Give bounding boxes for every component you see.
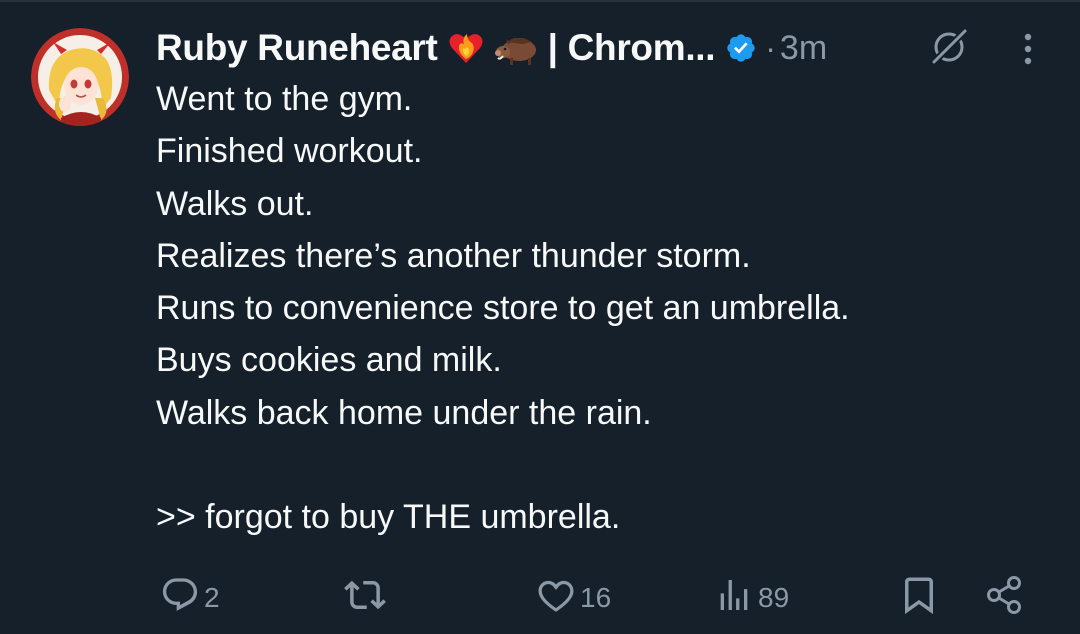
boar-icon <box>494 28 540 68</box>
reply-icon <box>160 575 200 622</box>
like-count: 16 <box>580 582 612 613</box>
like-button[interactable]: 16 <box>536 574 611 622</box>
views-icon <box>714 575 754 622</box>
tweet-text: Went to the gym. Finished workout. Walks… <box>156 73 850 544</box>
retweet-icon <box>344 574 386 623</box>
bookmark-button[interactable] <box>898 574 940 622</box>
tweet-line: Went to the gym. <box>156 80 413 118</box>
tweet-line: Walks back home under the rain. <box>156 393 652 432</box>
verified-badge-icon[interactable] <box>725 32 757 64</box>
tweet-line: >> forgot to buy THE umbrella. <box>156 498 621 537</box>
tweet[interactable]: Ruby Runeheart | Chrom... · 3m Went to t… <box>0 0 1080 634</box>
more-options-icon[interactable] <box>1018 32 1038 73</box>
timestamp[interactable]: 3m <box>780 29 827 68</box>
tweet-line: Finished workout. <box>156 132 423 171</box>
display-name-suffix[interactable]: | Chrom... <box>548 27 716 69</box>
tweet-header: Ruby Runeheart | Chrom... · 3m <box>156 22 827 74</box>
share-icon <box>984 574 1026 623</box>
reply-button[interactable]: 2 <box>160 574 220 622</box>
display-name[interactable]: Ruby Runeheart <box>156 27 438 69</box>
views-count: 89 <box>758 582 790 613</box>
tweet-line: Buys cookies and milk. <box>156 341 502 380</box>
reply-count: 2 <box>204 582 220 613</box>
tweet-line: Walks out. <box>156 184 314 223</box>
share-button[interactable] <box>984 574 1026 622</box>
action-bar: 2 16 89 <box>0 574 1080 622</box>
heart-on-fire-icon <box>446 28 486 68</box>
retweet-button[interactable] <box>344 574 386 622</box>
tweet-line: Runs to convenience store to get an umbr… <box>156 289 850 328</box>
bookmark-icon <box>898 574 940 623</box>
tweet-line: Realizes there’s another thunder storm. <box>156 236 751 275</box>
separator-dot: · <box>765 29 776 66</box>
like-icon <box>536 575 576 622</box>
views-button[interactable]: 89 <box>714 574 789 622</box>
grok-icon[interactable] <box>928 26 970 73</box>
avatar[interactable] <box>31 28 129 126</box>
